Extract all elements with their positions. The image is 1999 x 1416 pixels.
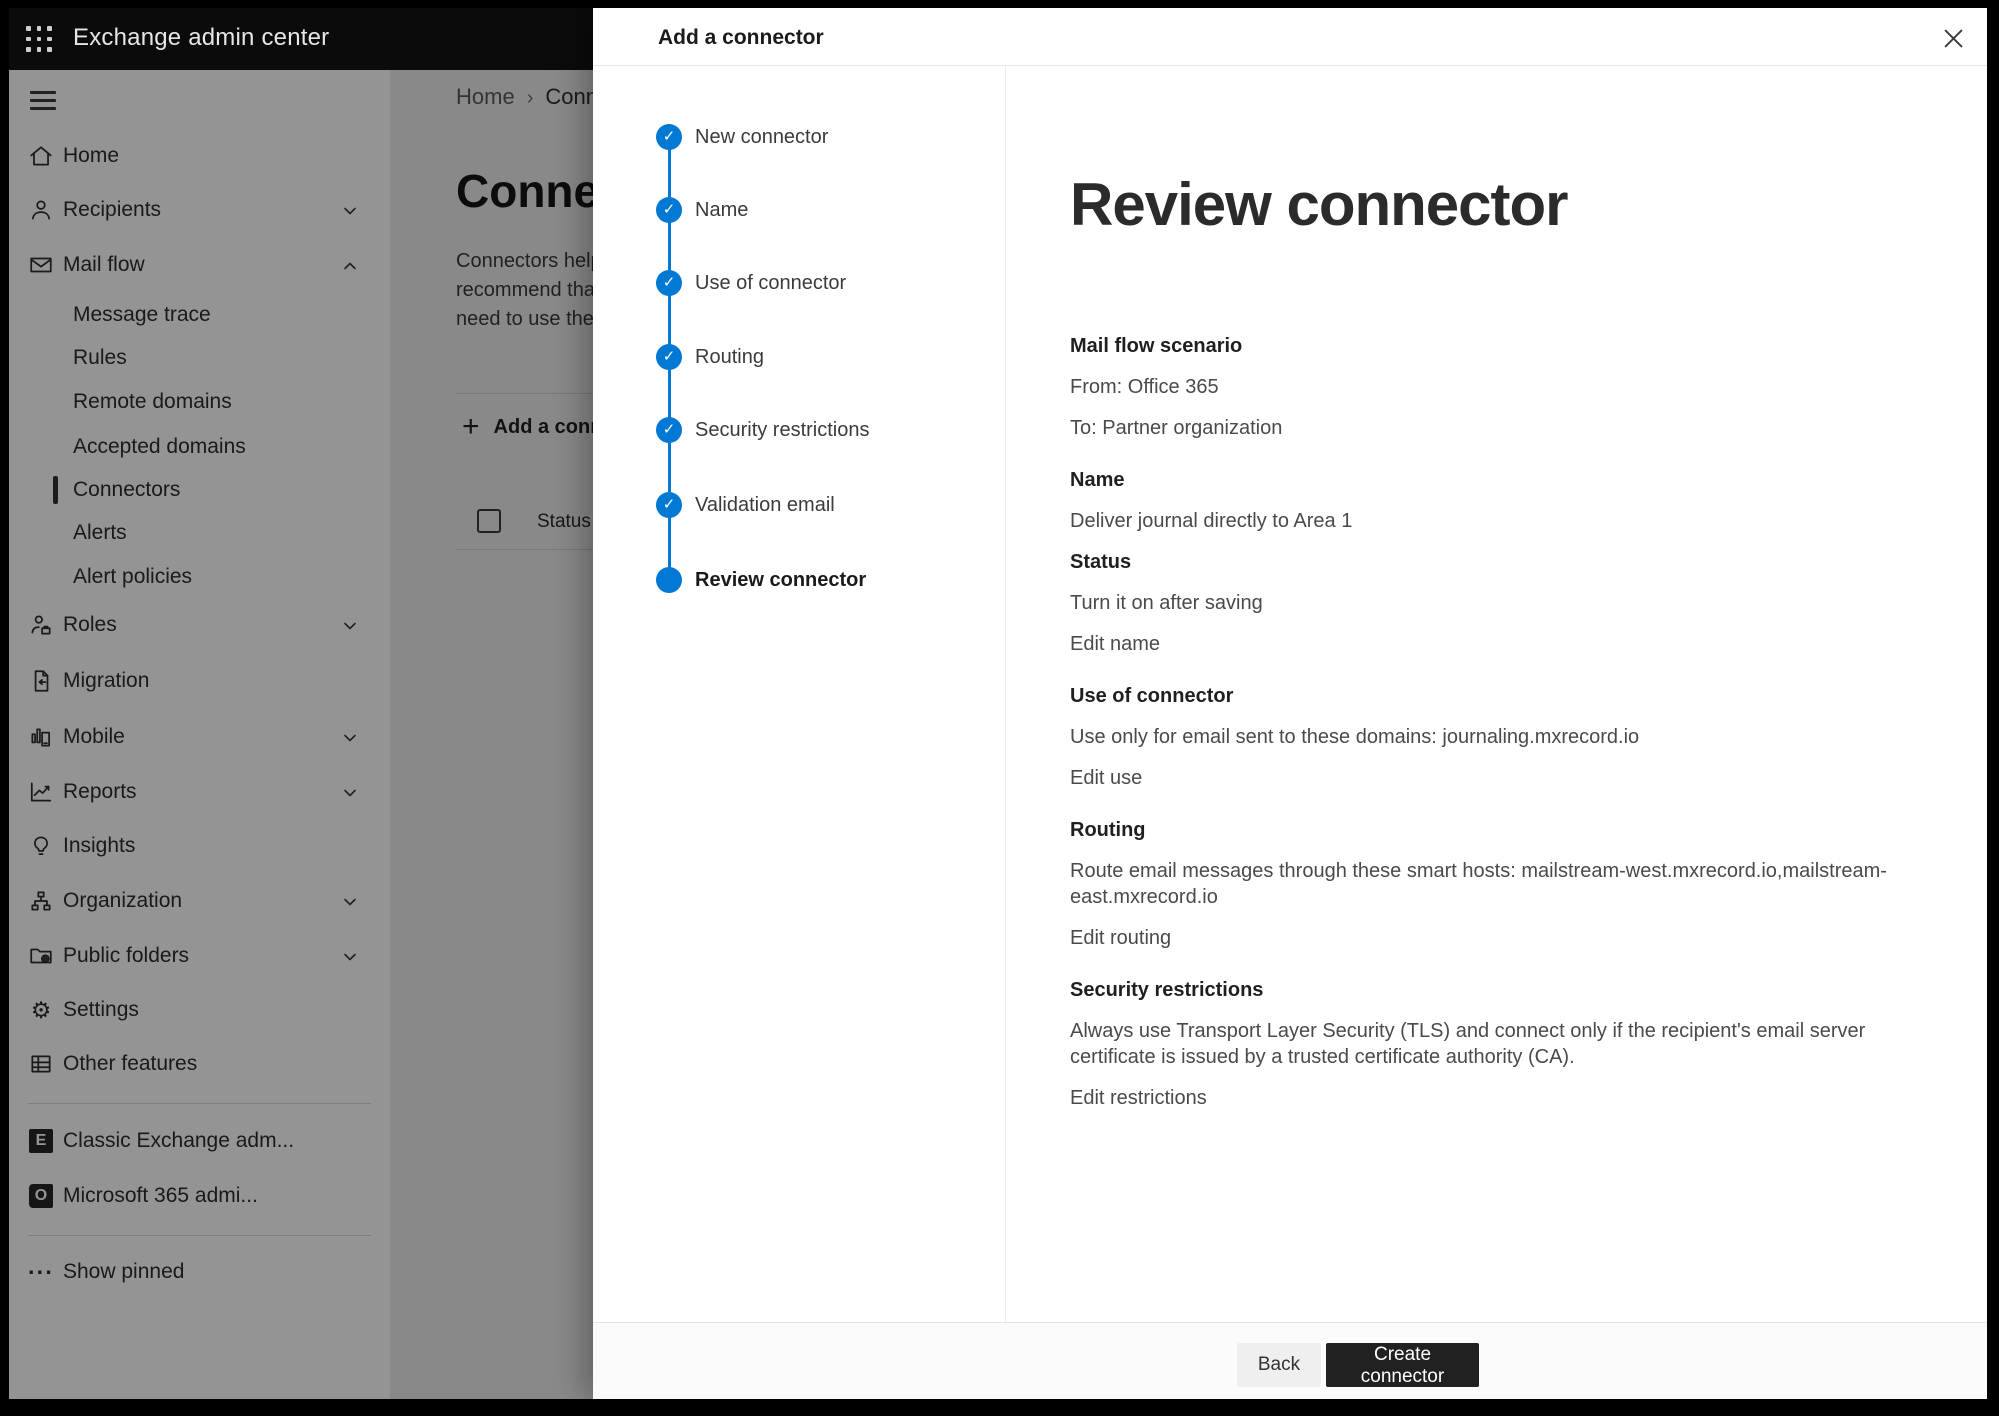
review-text: From: Office 365 [1070, 374, 1930, 400]
close-icon[interactable] [1933, 18, 1973, 58]
step-current-dot-icon [656, 567, 682, 593]
step-label: Security restrictions [695, 417, 870, 443]
review-section-heading: Security restrictions [1070, 977, 1930, 1003]
wizard-step-use-of-connector[interactable]: ✓ Use of connector [593, 270, 993, 296]
review-text: Turn it on after saving [1070, 590, 1930, 616]
create-connector-button[interactable]: Create connector [1326, 1343, 1479, 1387]
review-text: Route email messages through these smart… [1070, 858, 1930, 910]
step-completed-check-icon: ✓ [656, 124, 682, 150]
review-heading: Review connector [1070, 172, 1568, 238]
app-title: Exchange admin center [73, 24, 329, 52]
dialog-title: Add a connector [658, 26, 824, 50]
review-section-heading: Routing [1070, 817, 1930, 843]
dialog-footer: Back Create connector [593, 1323, 1987, 1399]
review-section-heading: Name [1070, 467, 1930, 493]
step-label: Use of connector [695, 270, 846, 296]
step-label: New connector [695, 124, 828, 150]
step-completed-check-icon: ✓ [656, 270, 682, 296]
review-text: Always use Transport Layer Security (TLS… [1070, 1018, 1930, 1070]
step-label: Routing [695, 344, 764, 370]
wizard-step-new-connector[interactable]: ✓ New connector [593, 124, 993, 150]
review-summary: Mail flow scenario From: Office 365 To: Pa… [1070, 333, 1930, 1126]
step-label: Validation email [695, 492, 835, 518]
step-completed-check-icon: ✓ [656, 417, 682, 443]
wizard-step-review-connector[interactable]: Review connector [593, 567, 993, 593]
steps-panel-divider [1005, 66, 1006, 1322]
step-label: Review connector [695, 567, 866, 593]
review-section-heading: Mail flow scenario [1070, 333, 1930, 359]
wizard-step-validation-email[interactable]: ✓ Validation email [593, 492, 993, 518]
edit-name-link[interactable]: Edit name [1070, 631, 1930, 657]
add-connector-dialog: Add a connector ✓ New connector ✓ Name ✓ Use … [593, 8, 1987, 1399]
wizard-step-security-restrictions[interactable]: ✓ Security restrictions [593, 417, 993, 443]
step-completed-check-icon: ✓ [656, 492, 682, 518]
review-text: Use only for email sent to these domains… [1070, 724, 1930, 750]
review-text: To: Partner organization [1070, 415, 1930, 441]
step-label: Name [695, 197, 748, 223]
screen: Exchange admin center HomeRecipientsMail… [9, 8, 1987, 1399]
edit-restrictions-link[interactable]: Edit restrictions [1070, 1085, 1930, 1111]
wizard-step-routing[interactable]: ✓ Routing [593, 344, 993, 370]
wizard-step-name[interactable]: ✓ Name [593, 197, 993, 223]
edit-routing-link[interactable]: Edit routing [1070, 925, 1930, 951]
dialog-header-divider [593, 65, 1987, 66]
back-button[interactable]: Back [1237, 1343, 1321, 1387]
review-section-heading: Use of connector [1070, 683, 1930, 709]
review-section-heading: Status [1070, 549, 1930, 575]
edit-use-link[interactable]: Edit use [1070, 765, 1930, 791]
step-completed-check-icon: ✓ [656, 197, 682, 223]
step-completed-check-icon: ✓ [656, 344, 682, 370]
review-text: Deliver journal directly to Area 1 [1070, 508, 1930, 534]
app-launcher-icon[interactable] [25, 25, 55, 55]
